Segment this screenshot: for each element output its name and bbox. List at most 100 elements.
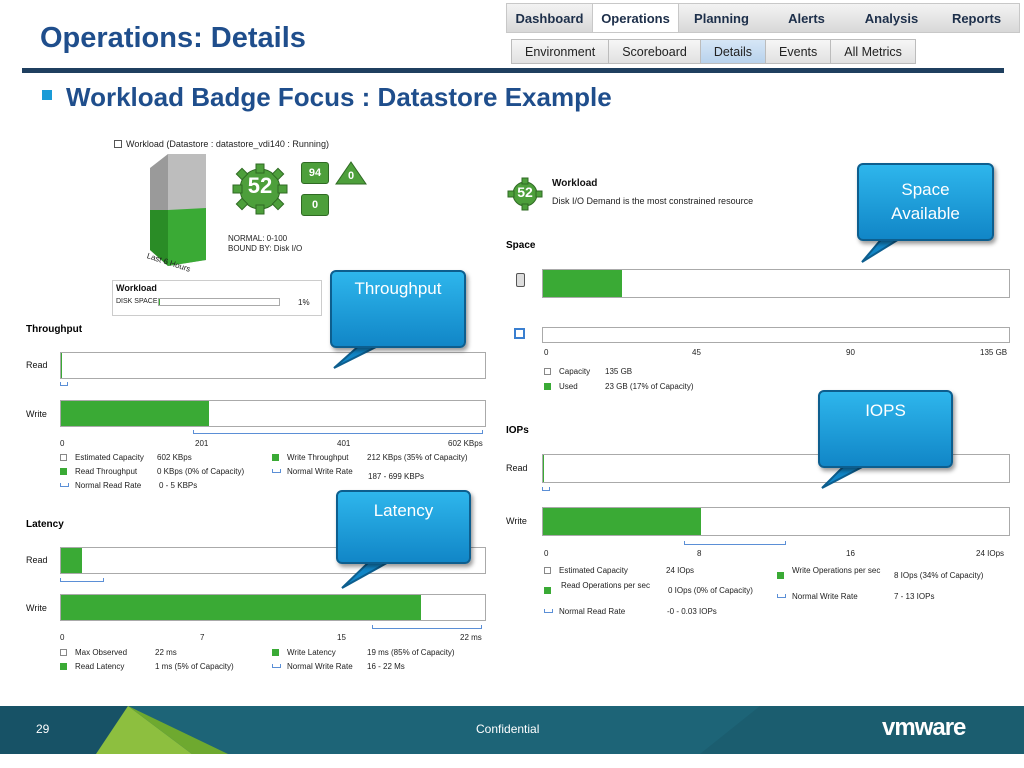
page-number: 29 [36,722,50,736]
empty-square-icon [60,454,67,461]
vmware-logo: vmware [882,714,966,741]
legend-key: Write Operations per sec [792,566,881,575]
legend-key: Estimated Capacity [559,566,628,575]
legend-value: 0 KBps (0% of Capacity) [157,467,245,476]
green-square-icon [544,587,551,594]
legend-key: Normal Read Rate [75,481,142,490]
iops-title: IOPs [506,425,529,436]
tab-dashboard[interactable]: Dashboard [507,4,592,32]
legend-item: Normal Read Rate -0 - 0.03 IOPs [544,607,717,616]
legend-item: Max Observed 22 ms [60,648,177,657]
iops-tick-0: 0 [544,549,549,558]
green-square-icon [60,663,67,670]
latency-tick-2: 15 [337,633,346,642]
tab-analysis[interactable]: Analysis [849,4,934,32]
latency-read-label: Read [26,555,48,565]
disk-space-bar [158,298,280,306]
green-square-icon [777,572,784,579]
legend-key: Max Observed [75,648,128,657]
legend-item: Normal Write Rate [272,467,362,477]
callout-text: Space Available [891,180,960,223]
subtab-details[interactable]: Details [700,40,767,63]
legend-value: 23 GB (17% of Capacity) [605,382,694,391]
green-square-icon [272,649,279,656]
bullet-heading: Workload Badge Focus : Datastore Example [66,82,612,112]
latency-write-bar [60,594,486,621]
legend-value: 187 - 699 KBPs [368,472,425,481]
legend-key: Read Operations per sec [561,581,650,590]
empty-square-icon [60,649,67,656]
tab-planning[interactable]: Planning [679,4,764,32]
latency-title: Latency [26,519,64,530]
throughput-read-fill [61,353,63,378]
callout-text: Throughput [354,279,442,298]
range-bracket-icon [544,609,553,613]
subtab-environment[interactable]: Environment [512,40,610,63]
tab-operations[interactable]: Operations [592,4,679,32]
green-square-icon [60,468,67,475]
space-tick-0: 0 [544,348,549,357]
subtab-events[interactable]: Events [766,40,832,63]
range-bracket-icon [272,469,281,473]
right-workload-score: 52 [517,184,533,200]
range-bracket-icon [272,664,281,668]
latency-write-label: Write [26,603,47,613]
title-divider [22,68,1004,73]
legend-value: 0 IOps (0% of Capacity) [668,586,753,595]
disk-space-value: 1% [298,298,310,307]
sub-badge-3[interactable]: 0 [301,194,329,216]
range-bracket-icon [777,594,786,598]
throughput-title: Throughput [26,324,83,335]
subtab-scoreboard[interactable]: Scoreboard [609,40,701,63]
legend-value: 1 ms (5% of Capacity) [155,662,234,671]
iops-write-normal-range [684,541,786,545]
latency-tick-1: 7 [200,633,205,642]
tab-reports[interactable]: Reports [934,4,1019,32]
sub-badge-2: 0 [347,170,355,182]
space-tick-2: 90 [846,348,855,357]
green-square-icon [544,383,551,390]
legend-item: Estimated Capacity 24 IOps [544,566,694,575]
throughput-tick-0: 0 [60,439,65,448]
callout-space-available: Space Available [857,163,994,241]
latency-read-normal-range [60,578,104,582]
tab-alerts[interactable]: Alerts [764,4,849,32]
callout-throughput: Throughput [330,270,466,348]
legend-key: Normal Write Rate [287,662,353,671]
green-square-icon [272,454,279,461]
slide-title: Operations: Details [40,22,306,54]
right-workload-subtitle: Disk I/O Demand is the most constrained … [552,196,754,206]
legend-item: Estimated Capacity 602 KBps [60,453,192,462]
footer-confidential: Confidential [476,722,540,736]
legend-item: Normal Read Rate 0 - 5 KBPs [60,481,197,490]
space-secondary-bar [542,327,1010,343]
callout-text: Latency [373,501,434,520]
iops-write-fill [543,508,702,535]
workload-score: 52 [247,173,273,198]
legend-value: 19 ms (85% of Capacity) [367,648,455,657]
legend-value: 0 - 5 KBPs [159,481,198,490]
iops-tick-2: 16 [846,549,855,558]
legend-key: Capacity [559,367,591,376]
bullet-icon [42,90,52,100]
legend-key: Normal Read Rate [559,607,626,616]
legend-item: Used 23 GB (17% of Capacity) [544,382,693,391]
sub-badge-1[interactable]: 94 [301,162,329,184]
iops-write-bar [542,507,1010,536]
right-workload-title: Workload [552,178,598,189]
callout-latency: Latency [336,490,471,564]
legend-value: 602 KBps [157,453,192,462]
workload-box-title: Workload [116,283,157,293]
throughput-write-fill [61,401,210,426]
legend-key: Read Throughput [75,467,138,476]
empty-square-icon [544,567,551,574]
throughput-read-normal-range [60,382,68,386]
space-tick-1: 45 [692,348,701,357]
throughput-tick-1: 201 [195,439,209,448]
throughput-tick-2: 401 [337,439,351,448]
latency-write-fill [61,595,422,620]
subtab-all-metrics[interactable]: All Metrics [831,40,915,63]
callout-iops: IOPS [818,390,953,468]
legend-item: Normal Write Rate 16 - 22 Ms [272,662,405,671]
iops-tick-1: 8 [697,549,702,558]
